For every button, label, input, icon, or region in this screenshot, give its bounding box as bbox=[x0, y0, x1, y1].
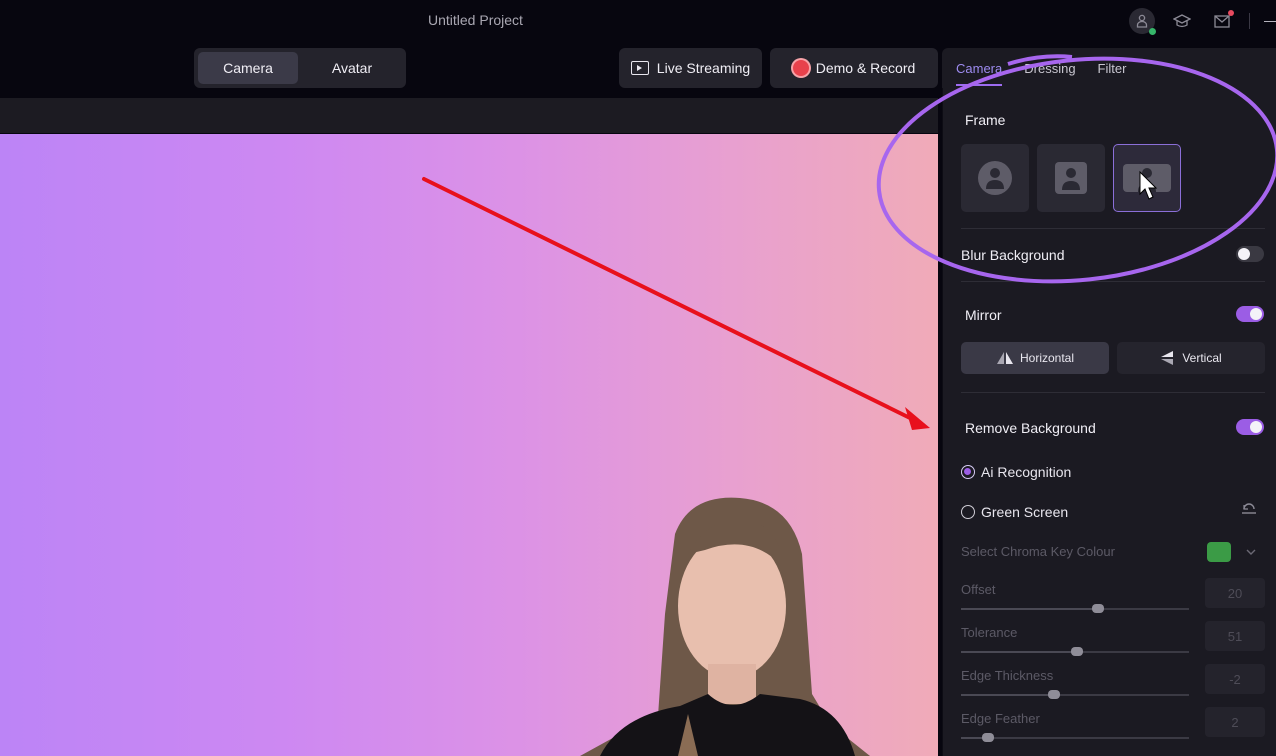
divider bbox=[961, 228, 1265, 229]
circle-frame-icon bbox=[978, 161, 1012, 195]
graduation-cap-icon[interactable] bbox=[1169, 8, 1195, 34]
horizontal-label: Horizontal bbox=[1019, 351, 1075, 365]
demo-record-label: Demo & Record bbox=[815, 60, 916, 76]
vertical-label: Vertical bbox=[1182, 351, 1222, 365]
frame-label: Frame bbox=[965, 112, 1006, 128]
camera-preview bbox=[0, 134, 938, 756]
titlebar-separator bbox=[1249, 13, 1250, 29]
demo-record-button[interactable]: Demo & Record bbox=[770, 48, 938, 88]
mail-icon[interactable] bbox=[1209, 8, 1235, 34]
slider-thumb[interactable] bbox=[1048, 690, 1061, 699]
remove-background-toggle[interactable] bbox=[1236, 419, 1264, 435]
slider-label: Edge Feather bbox=[961, 711, 1040, 726]
slider-value-input[interactable]: -2 bbox=[1205, 664, 1265, 694]
slider-thumb[interactable] bbox=[1071, 647, 1084, 656]
toggle-knob bbox=[1238, 248, 1250, 260]
square-frame-icon bbox=[1055, 162, 1087, 194]
ai-recognition-label: Ai Recognition bbox=[981, 464, 1072, 480]
slider-thumb[interactable] bbox=[982, 733, 995, 742]
tab-filter[interactable]: Filter bbox=[1098, 61, 1127, 76]
minimize-icon[interactable] bbox=[1264, 20, 1276, 22]
online-status-dot bbox=[1149, 28, 1156, 35]
project-title: Untitled Project bbox=[428, 12, 523, 28]
slider-value-input[interactable]: 20 bbox=[1205, 578, 1265, 608]
settings-panel: Frame Blur Background Mirror Horizontal … bbox=[942, 88, 1276, 756]
slider-tolerance[interactable] bbox=[961, 647, 1189, 656]
slider-edge-thickness[interactable] bbox=[961, 690, 1189, 699]
slider-fill bbox=[961, 608, 1098, 610]
reset-icon[interactable] bbox=[1241, 503, 1257, 518]
tab-dressing[interactable]: Dressing bbox=[1024, 61, 1075, 76]
presenter-video bbox=[580, 497, 870, 756]
slider-label: Tolerance bbox=[961, 625, 1018, 640]
blur-background-toggle[interactable] bbox=[1236, 246, 1264, 262]
green-screen-option[interactable]: Green Screen bbox=[961, 504, 1068, 520]
slider-label: Offset bbox=[961, 582, 996, 597]
panel-tabs: Camera Dressing Filter bbox=[942, 48, 1276, 88]
chevron-down-icon[interactable] bbox=[1237, 542, 1265, 562]
slider-value-input[interactable]: 2 bbox=[1205, 707, 1265, 737]
slider-edge-feather[interactable] bbox=[961, 733, 1189, 742]
flip-vertical-icon bbox=[1161, 351, 1174, 365]
mode-switcher: Camera Avatar bbox=[194, 48, 406, 88]
titlebar-icons bbox=[1129, 8, 1276, 35]
tab-camera[interactable]: Camera bbox=[956, 61, 1003, 86]
mirror-vertical-button[interactable]: Vertical bbox=[1117, 342, 1265, 374]
tab-camera-mode[interactable]: Camera bbox=[198, 52, 298, 84]
radio-unchecked[interactable] bbox=[961, 505, 975, 519]
slider-value-input[interactable]: 51 bbox=[1205, 621, 1265, 651]
chroma-key-color-swatch[interactable] bbox=[1207, 542, 1231, 562]
blur-background-label: Blur Background bbox=[961, 247, 1065, 263]
notification-dot bbox=[1228, 10, 1234, 16]
live-streaming-label: Live Streaming bbox=[656, 60, 751, 76]
mirror-label: Mirror bbox=[965, 307, 1002, 323]
toggle-knob bbox=[1250, 308, 1262, 320]
slider-thumb[interactable] bbox=[1091, 604, 1104, 613]
divider bbox=[961, 281, 1265, 282]
slider-offset[interactable] bbox=[961, 604, 1189, 613]
frame-option-rectangle[interactable] bbox=[1113, 144, 1181, 212]
frame-option-square[interactable] bbox=[1037, 144, 1105, 212]
live-streaming-button[interactable]: Live Streaming bbox=[619, 48, 762, 88]
slider-label: Edge Thickness bbox=[961, 668, 1054, 683]
divider bbox=[961, 392, 1265, 393]
toggle-knob bbox=[1250, 421, 1262, 433]
title-bar: Untitled Project bbox=[0, 0, 1276, 42]
radio-checked[interactable] bbox=[961, 465, 975, 479]
ai-recognition-option[interactable]: Ai Recognition bbox=[961, 464, 1071, 480]
frame-option-circle[interactable] bbox=[961, 144, 1029, 212]
record-icon bbox=[792, 60, 809, 76]
mirror-toggle[interactable] bbox=[1236, 306, 1264, 322]
flip-horizontal-icon bbox=[996, 352, 1013, 364]
user-icon[interactable] bbox=[1129, 8, 1156, 35]
preview-toolbar bbox=[0, 98, 938, 134]
rectangle-frame-icon bbox=[1123, 164, 1171, 192]
chroma-key-label: Select Chroma Key Colour bbox=[961, 544, 1115, 559]
slider-fill bbox=[961, 694, 1055, 696]
mirror-horizontal-button[interactable]: Horizontal bbox=[961, 342, 1109, 374]
live-stream-icon bbox=[630, 61, 649, 75]
remove-background-label: Remove Background bbox=[965, 420, 1096, 436]
slider-fill bbox=[961, 651, 1078, 653]
green-screen-label: Green Screen bbox=[981, 504, 1069, 520]
tab-avatar-mode[interactable]: Avatar bbox=[302, 52, 402, 84]
